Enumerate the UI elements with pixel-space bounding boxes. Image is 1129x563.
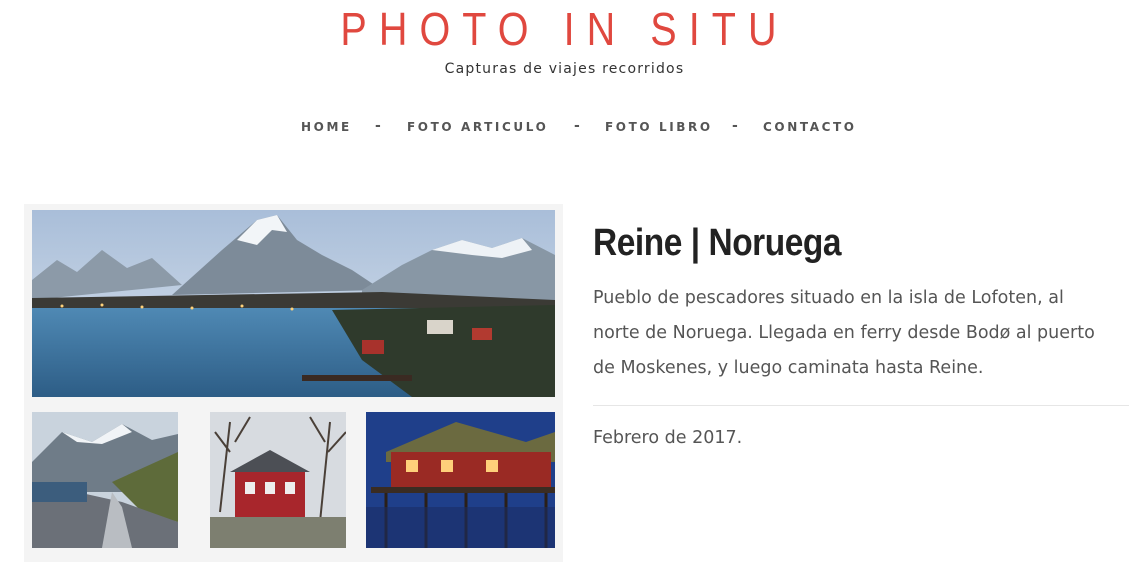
reine-panorama-photo[interactable] xyxy=(32,210,555,397)
main-nav: HOME - FOTO ARTICULO - FOTO LIBRO - CONT… xyxy=(0,118,1129,140)
nav-item-home[interactable]: HOME xyxy=(301,120,352,134)
nav-item-foto-libro[interactable]: FOTO LIBRO xyxy=(605,120,713,134)
post-photo-collage[interactable] xyxy=(24,204,563,562)
site-tagline: Capturas de viajes recorridos xyxy=(444,61,685,77)
post-description: Pueblo de pescadores situado en la isla … xyxy=(593,288,1095,378)
nav-separator: - xyxy=(732,118,738,134)
rorbu-night-photo[interactable] xyxy=(366,412,555,548)
nav-item-contacto[interactable]: CONTACTO xyxy=(763,120,857,134)
nav-separator: - xyxy=(375,118,381,134)
post-divider xyxy=(593,405,1129,406)
red-house-photo[interactable] xyxy=(210,412,346,548)
nav-item-foto-articulo[interactable]: FOTO ARTICULO xyxy=(407,120,548,134)
site-title[interactable]: PHOTO IN SITU xyxy=(79,2,1050,56)
road-photo[interactable] xyxy=(32,412,178,548)
post-date: Febrero de 2017. xyxy=(593,428,743,448)
post-title[interactable]: Reine | Noruega xyxy=(593,222,841,265)
nav-separator: - xyxy=(574,118,580,134)
